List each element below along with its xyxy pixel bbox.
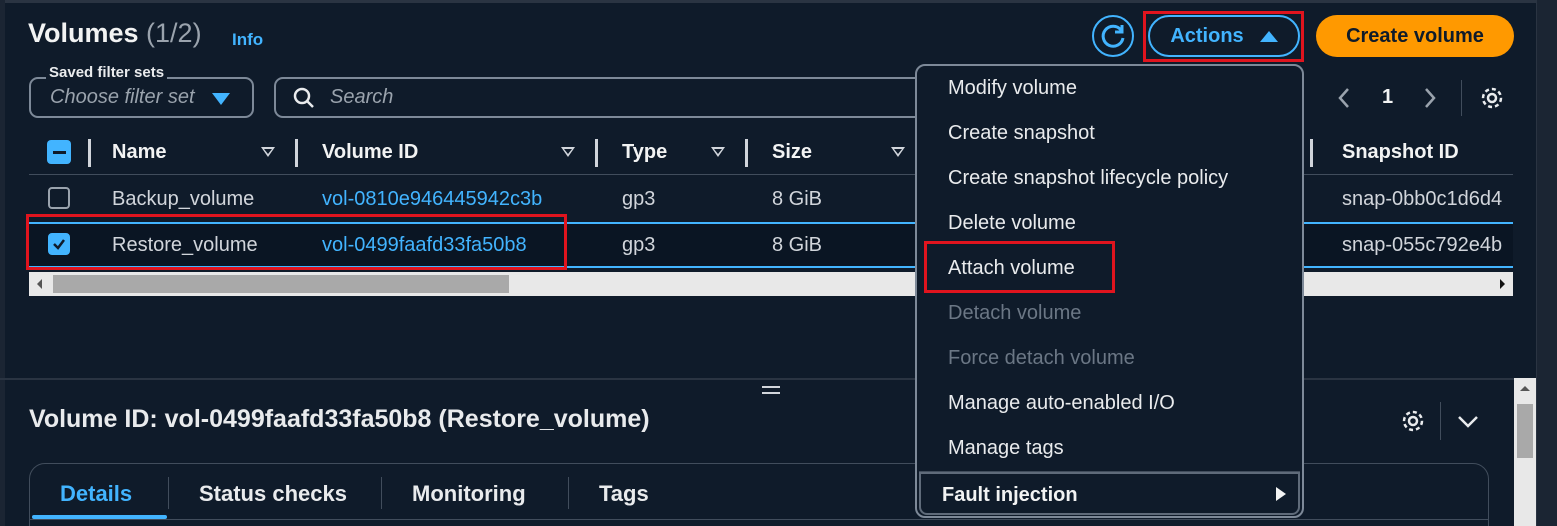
search-input[interactable]: Search — [274, 77, 934, 118]
menu-item-modify-volume[interactable]: Modify volume — [948, 77, 1077, 100]
column-header-name[interactable]: Name — [112, 141, 166, 164]
column-divider[interactable] — [745, 139, 748, 167]
menu-item-manage-auto-enabled-io[interactable]: Manage auto-enabled I/O — [948, 392, 1175, 415]
sort-icon[interactable] — [261, 147, 275, 157]
info-link[interactable]: Info — [232, 30, 263, 50]
chevron-right-icon[interactable] — [1422, 86, 1438, 110]
vertical-scrollbar[interactable] — [1514, 378, 1536, 526]
tab-monitoring[interactable]: Monitoring — [412, 481, 526, 507]
gear-icon[interactable] — [1399, 407, 1427, 435]
column-header-type[interactable]: Type — [622, 141, 667, 164]
selected-row-highlight-box — [26, 214, 567, 270]
current-page[interactable]: 1 — [1382, 86, 1393, 109]
column-header-snapshot-id[interactable]: Snapshot ID — [1342, 141, 1459, 164]
actions-label: Actions — [1170, 24, 1244, 47]
cell-size: 8 GiB — [772, 188, 823, 210]
detail-panel-title: Volume ID: vol-0499faafd33fa50b8 (Restor… — [29, 405, 650, 433]
column-divider[interactable] — [88, 139, 91, 167]
chevron-left-icon[interactable] — [1336, 86, 1352, 110]
sort-icon[interactable] — [891, 147, 905, 157]
menu-item-delete-volume[interactable]: Delete volume — [948, 212, 1076, 235]
sort-icon[interactable] — [561, 147, 575, 157]
menu-item-create-snapshot-lifecycle-policy[interactable]: Create snapshot lifecycle policy — [948, 167, 1228, 190]
cell-type: gp3 — [622, 188, 656, 210]
detail-divider — [1440, 402, 1441, 440]
page-title-text: Volumes — [28, 18, 139, 48]
attach-volume-highlight-box — [924, 241, 1115, 293]
pager-divider — [1461, 80, 1462, 116]
saved-filter-placeholder: Choose filter set — [50, 86, 195, 108]
submenu-arrow-icon — [1276, 487, 1286, 501]
cell-snapshot-id: snap-055c792e4b — [1342, 234, 1503, 256]
caret-up-icon — [1259, 30, 1278, 42]
caret-down-icon — [212, 93, 230, 105]
saved-filter-sets-label: Saved filter sets — [46, 64, 168, 81]
search-placeholder: Search — [330, 86, 394, 108]
row-checkbox[interactable] — [48, 187, 70, 209]
cell-name: Backup_volume — [112, 188, 255, 210]
tabs-divider — [30, 519, 1488, 520]
select-all-checkbox[interactable] — [47, 140, 71, 164]
tab-divider — [568, 477, 569, 509]
tab-divider — [381, 477, 382, 509]
menu-item-detach-volume: Detach volume — [948, 302, 1082, 324]
create-volume-button[interactable]: Create volume — [1316, 15, 1514, 57]
menu-item-create-snapshot[interactable]: Create snapshot — [948, 122, 1095, 145]
cell-type: gp3 — [622, 234, 656, 256]
refresh-icon — [1101, 24, 1125, 48]
tab-details[interactable]: Details — [60, 481, 132, 507]
gear-icon[interactable] — [1478, 84, 1506, 112]
right-border — [1536, 0, 1557, 526]
column-header-size[interactable]: Size — [772, 141, 812, 164]
split-panel-divider[interactable] — [0, 378, 1557, 380]
scroll-up-icon[interactable] — [1520, 386, 1530, 391]
menu-item-force-detach-volume: Force detach volume — [948, 347, 1135, 369]
menu-item-manage-tags[interactable]: Manage tags — [948, 437, 1064, 460]
menu-item-fault-injection[interactable]: Fault injection — [919, 471, 1300, 515]
resize-handle-icon[interactable] — [762, 386, 780, 398]
fault-injection-label: Fault injection — [942, 484, 1078, 506]
scrollbar-thumb[interactable] — [53, 275, 509, 293]
tab-tags[interactable]: Tags — [599, 481, 649, 507]
scroll-left-icon[interactable] — [37, 279, 42, 289]
cell-volume-id-link[interactable]: vol-0810e946445942c3b — [322, 188, 542, 211]
tab-status-checks[interactable]: Status checks — [199, 481, 347, 507]
cell-snapshot-id: snap-0bb0c1d6d4 — [1342, 188, 1503, 210]
scroll-right-icon[interactable] — [1500, 279, 1505, 289]
actions-button[interactable]: Actions — [1148, 15, 1300, 57]
search-icon — [293, 87, 314, 108]
sort-icon[interactable] — [711, 147, 725, 157]
scrollbar-thumb[interactable] — [1517, 404, 1533, 458]
saved-filter-select[interactable]: Choose filter set — [29, 77, 254, 118]
column-divider[interactable] — [295, 139, 298, 167]
top-border — [0, 0, 1557, 3]
left-border — [0, 0, 5, 526]
page: Volumes (1/2) Info Actions Create volume… — [0, 0, 1557, 526]
page-title: Volumes (1/2) — [28, 18, 202, 49]
column-divider[interactable] — [595, 139, 598, 167]
chevron-down-icon[interactable] — [1455, 409, 1481, 435]
tab-divider — [168, 477, 169, 509]
cell-size: 8 GiB — [772, 234, 823, 256]
column-header-volume-id[interactable]: Volume ID — [322, 141, 418, 164]
refresh-button[interactable] — [1092, 15, 1134, 57]
selection-count: (1/2) — [146, 18, 202, 48]
column-divider[interactable] — [1310, 139, 1313, 167]
